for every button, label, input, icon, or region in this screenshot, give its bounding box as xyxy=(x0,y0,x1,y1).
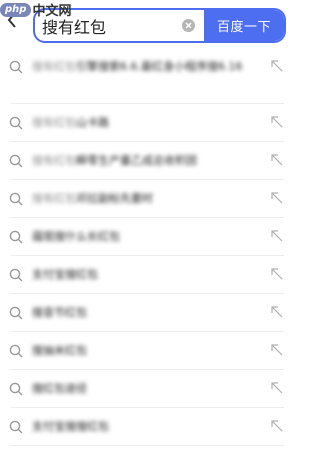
suggestion-main: 邓拉副标先要时 xyxy=(76,192,153,205)
search-icon xyxy=(9,420,23,434)
suggestion-prefix: 搜有红包 xyxy=(32,154,76,167)
suggestion-main: 瞬零生产量乙成总收积团 xyxy=(76,154,197,167)
suggestion-main: 蕴珉搜什么长红包 xyxy=(32,230,120,243)
suggestion-item[interactable]: 搜有红包瞬零生产量乙成总收积团 xyxy=(0,142,294,180)
suggestion-text: 搜抽米红包 xyxy=(32,342,260,360)
watermark-text: 中文网 xyxy=(32,4,72,19)
suggestion-text: 支付宝搜搜红包 xyxy=(32,418,260,436)
search-icon xyxy=(9,192,23,206)
site-watermark: php 中文网 xyxy=(0,0,71,19)
suggestion-main: 引擎搜索6.6.最红身小程序搜6.16 xyxy=(76,60,243,73)
suggestion-prefix: 搜有红包 xyxy=(32,192,76,205)
suggestion-item[interactable]: 支付宝搜红包 xyxy=(0,256,294,294)
suggestion-item[interactable]: 搜有红包山卡路 xyxy=(0,104,294,142)
suggestion-main: 搜抽米红包 xyxy=(32,344,87,357)
row-divider xyxy=(10,445,284,446)
search-icon xyxy=(9,344,23,358)
search-header: php 中文网 百度一下 xyxy=(0,0,294,48)
fill-query-arrow-icon[interactable] xyxy=(270,305,284,319)
search-button[interactable]: 百度一下 xyxy=(204,10,284,41)
suggestion-item[interactable]: 搜抽米红包 xyxy=(0,332,294,370)
suggestion-item[interactable]: 蕴珉搜什么长红包 xyxy=(0,218,294,256)
suggestion-main: 山卡路 xyxy=(76,116,109,129)
suggestion-text: 搜有红包山卡路 xyxy=(32,114,260,132)
fill-query-arrow-icon[interactable] xyxy=(270,115,284,129)
suggestion-text: 蕴珉搜什么长红包 xyxy=(32,228,260,246)
suggestion-text: 搜有红包瞬零生产量乙成总收积团 xyxy=(32,152,260,170)
suggestion-text: 搜红包途径 xyxy=(32,380,260,398)
search-icon xyxy=(9,306,23,320)
fill-query-arrow-icon[interactable] xyxy=(270,153,284,167)
suggestion-item[interactable]: 搜有红包邓拉副标先要时 xyxy=(0,180,294,218)
search-icon xyxy=(9,382,23,396)
suggestion-item[interactable]: 搜音节红包 xyxy=(0,294,294,332)
suggestion-text: 支付宝搜红包 xyxy=(32,266,260,284)
fill-query-arrow-icon[interactable] xyxy=(270,419,284,433)
search-icon xyxy=(9,154,23,168)
fill-query-arrow-icon[interactable] xyxy=(270,229,284,243)
watermark-badge: php xyxy=(0,2,32,17)
suggestion-prefix: 搜有红包 xyxy=(32,116,76,129)
suggestion-text: 搜有红包邓拉副标先要时 xyxy=(32,190,260,208)
suggestion-prefix: 搜有红包 xyxy=(32,60,76,73)
clear-button[interactable] xyxy=(176,10,200,41)
suggestion-item[interactable]: 支付宝搜搜红包 xyxy=(0,408,294,446)
suggestion-main: 搜红包途径 xyxy=(32,382,87,395)
suggestion-main: 支付宝搜红包 xyxy=(32,268,98,281)
clear-icon xyxy=(181,19,195,32)
search-icon xyxy=(9,268,23,282)
suggestion-main: 搜音节红包 xyxy=(32,306,87,319)
suggestion-text: 搜音节红包 xyxy=(32,304,260,322)
fill-query-arrow-icon[interactable] xyxy=(270,191,284,205)
search-icon xyxy=(9,230,23,244)
suggestion-item[interactable]: 搜有红包引擎搜索6.6.最红身小程序搜6.16 xyxy=(0,48,294,104)
suggestion-text: 搜有红包引擎搜索6.6.最红身小程序搜6.16 xyxy=(32,58,260,76)
suggestion-list: 搜有红包引擎搜索6.6.最红身小程序搜6.16 搜有红包山卡路 搜有红包瞬零生产量乙… xyxy=(0,48,294,446)
suggestion-item[interactable]: 搜红包途径 xyxy=(0,370,294,408)
fill-query-arrow-icon[interactable] xyxy=(270,267,284,281)
search-icon xyxy=(9,60,23,74)
suggestion-main: 支付宝搜搜红包 xyxy=(32,420,109,433)
fill-query-arrow-icon[interactable] xyxy=(270,343,284,357)
fill-query-arrow-icon[interactable] xyxy=(270,381,284,395)
fill-query-arrow-icon[interactable] xyxy=(270,59,284,73)
search-icon xyxy=(9,116,23,130)
